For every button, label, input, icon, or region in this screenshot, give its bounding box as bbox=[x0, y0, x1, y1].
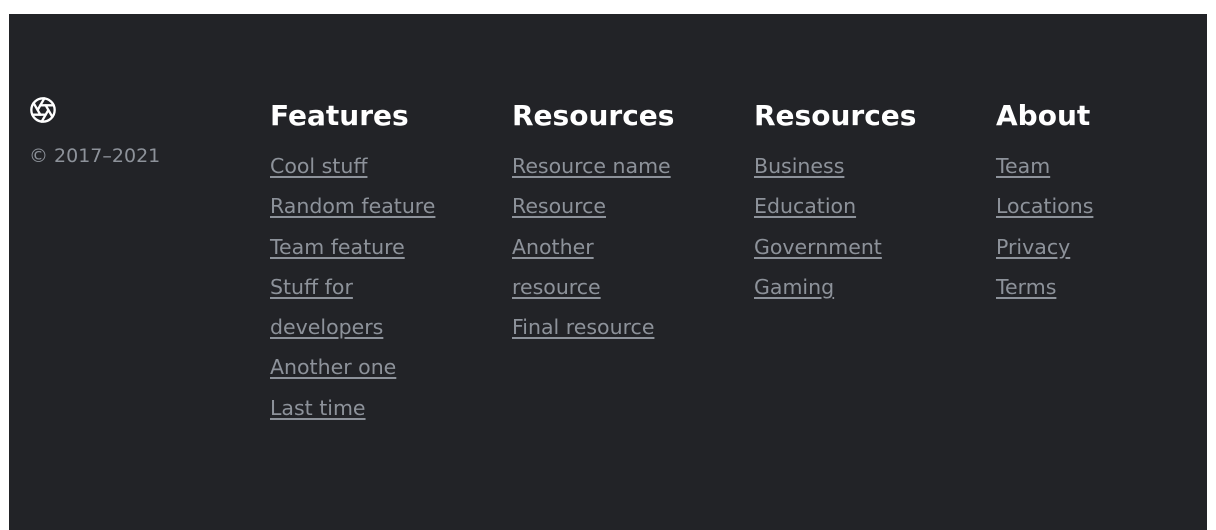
link-list: Team Locations Privacy Terms bbox=[996, 146, 1196, 307]
link-list: Business Education Government Gaming bbox=[754, 146, 954, 307]
footer-link-random-feature[interactable]: Random feature bbox=[270, 194, 435, 218]
link-list: Cool stuff Random feature Team feature S… bbox=[270, 146, 470, 428]
footer-column-about: About Team Locations Privacy Terms bbox=[996, 98, 1196, 307]
aperture-icon[interactable] bbox=[29, 96, 57, 124]
footer-link-locations[interactable]: Locations bbox=[996, 194, 1093, 218]
footer-column-resources-2: Resources Business Education Government … bbox=[754, 98, 954, 307]
link-list: Resource name Resource Another resource … bbox=[512, 146, 712, 347]
footer-column-resources: Resources Resource name Resource Another… bbox=[512, 98, 712, 347]
column-heading: Resources bbox=[754, 99, 917, 132]
footer-link-resource[interactable]: Resource bbox=[512, 194, 606, 218]
footer-link-team[interactable]: Team bbox=[996, 154, 1050, 178]
column-heading: Features bbox=[270, 99, 409, 132]
site-footer: © 2017–2021 Features Cool stuff Random f… bbox=[9, 14, 1207, 530]
footer-link-terms[interactable]: Terms bbox=[996, 275, 1056, 299]
footer-link-resource-name[interactable]: Resource name bbox=[512, 154, 671, 178]
footer-link-final-resource[interactable]: Final resource bbox=[512, 315, 654, 339]
footer-link-team-feature[interactable]: Team feature bbox=[270, 235, 405, 259]
footer-link-business[interactable]: Business bbox=[754, 154, 844, 178]
footer-column-features: Features Cool stuff Random feature Team … bbox=[270, 98, 470, 428]
footer-link-gaming[interactable]: Gaming bbox=[754, 275, 834, 299]
footer-link-government[interactable]: Government bbox=[754, 235, 882, 259]
footer-link-privacy[interactable]: Privacy bbox=[996, 235, 1070, 259]
footer-link-another-resource[interactable]: Another resource bbox=[512, 235, 601, 299]
footer-link-cool-stuff[interactable]: Cool stuff bbox=[270, 154, 367, 178]
column-heading: About bbox=[996, 99, 1091, 132]
footer-link-last-time[interactable]: Last time bbox=[270, 396, 366, 420]
footer-link-another-one[interactable]: Another one bbox=[270, 355, 396, 379]
footer-link-education[interactable]: Education bbox=[754, 194, 856, 218]
copyright-text: © 2017–2021 bbox=[29, 145, 161, 167]
footer-link-stuff-for-developers[interactable]: Stuff for developers bbox=[270, 275, 383, 339]
footer-brand: © 2017–2021 bbox=[29, 96, 229, 168]
column-heading: Resources bbox=[512, 99, 675, 132]
